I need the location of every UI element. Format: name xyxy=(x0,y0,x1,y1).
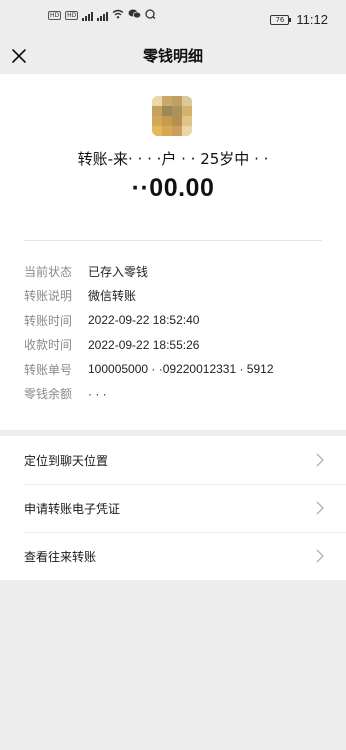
list-item-label: 申请转账电子凭证 xyxy=(24,501,121,516)
detail-value: · · · xyxy=(88,386,107,401)
chevron-right-icon xyxy=(316,501,324,515)
sim2-badge: HD xyxy=(65,11,79,20)
status-bar-left: HD HD xyxy=(48,9,156,22)
detail-row-status: 当前状态 已存入零钱 xyxy=(24,259,324,284)
detail-label: 转账单号 xyxy=(24,362,73,377)
detail-row-balance: 零钱余额 · · · xyxy=(24,382,324,407)
signal-1-icon xyxy=(82,11,94,21)
status-time: 11:12 xyxy=(296,12,328,27)
detail-label: 当前状态 xyxy=(24,264,73,279)
detail-label: 零钱余额 xyxy=(24,387,73,402)
detail-label: 转账说明 xyxy=(24,289,73,304)
status-bar-right: 76 11:12 xyxy=(270,12,328,27)
view-transfer-history-item[interactable]: 查看往来转账 xyxy=(0,532,346,580)
locate-in-chat-item[interactable]: 定位到聊天位置 xyxy=(0,436,346,484)
detail-value: 2022-09-22 18:55:26 xyxy=(88,337,200,352)
detail-value: 微信转账 xyxy=(88,289,137,304)
nav-bar: 零钱明细 xyxy=(0,38,346,74)
sim1-badge: HD xyxy=(48,11,62,20)
detail-row-transfer-time: 转账时间 2022-09-22 18:52:40 xyxy=(24,308,324,333)
action-list: 定位到聊天位置 申请转账电子凭证 查看往来转账 xyxy=(0,436,346,580)
avatar xyxy=(152,96,192,136)
detail-row-note: 转账说明 微信转账 xyxy=(24,284,324,309)
battery-icon: 76 xyxy=(270,14,292,25)
wechat-notification-icon xyxy=(128,9,142,22)
status-bar: HD HD 76 11:12 xyxy=(0,0,346,38)
list-item-label: 定位到聊天位置 xyxy=(24,453,109,468)
detail-label: 收款时间 xyxy=(24,338,73,353)
wifi-icon xyxy=(112,9,124,22)
transfer-card: 转账-来· · · ·户 · · 25岁中 · · ··00.00 当前状态 已… xyxy=(0,74,346,430)
detail-row-receive-time: 收款时间 2022-09-22 18:55:26 xyxy=(24,333,324,358)
message-notification-icon xyxy=(145,9,156,22)
transfer-source: 转账-来· · · ·户 · · 25岁中 · · xyxy=(77,150,269,168)
detail-row-order-number: 转账单号 100005000 · ·09220012331 · 5912 xyxy=(24,357,324,382)
chevron-right-icon xyxy=(316,549,324,563)
signal-2-icon xyxy=(97,11,109,21)
apply-e-receipt-item[interactable]: 申请转账电子凭证 xyxy=(0,484,346,532)
transfer-amount: ··00.00 xyxy=(131,174,215,202)
details-list: 当前状态 已存入零钱 转账说明 微信转账 转账时间 2022-09-22 18:… xyxy=(24,259,324,406)
detail-label: 转账时间 xyxy=(24,313,73,328)
page-title: 零钱明细 xyxy=(142,47,203,65)
detail-value: 2022-09-22 18:52:40 xyxy=(88,313,200,328)
list-item-label: 查看往来转账 xyxy=(24,549,97,564)
chevron-right-icon xyxy=(316,453,324,467)
divider xyxy=(24,240,322,241)
detail-value: 100005000 · ·09220012331 · 5912 xyxy=(88,362,274,377)
detail-value: 已存入零钱 xyxy=(88,264,149,279)
